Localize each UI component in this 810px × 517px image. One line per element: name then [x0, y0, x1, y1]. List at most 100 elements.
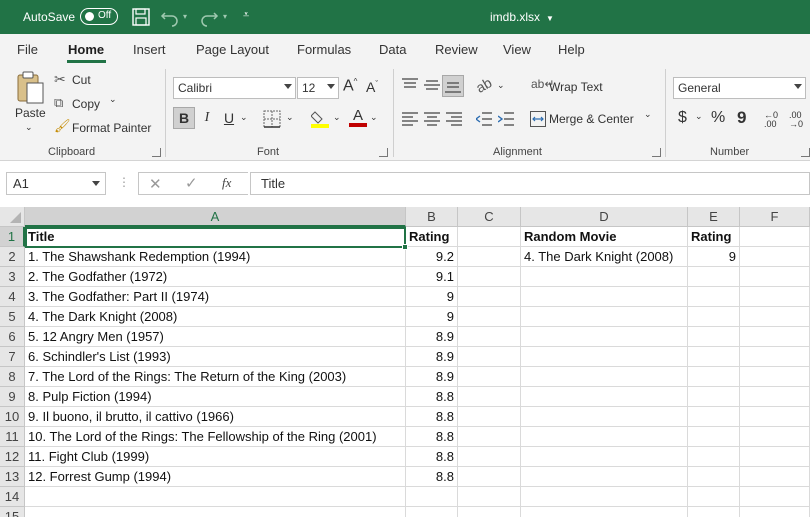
decrease-indent-icon[interactable]	[476, 112, 492, 126]
cell-f10[interactable]	[740, 407, 810, 427]
cell-a14[interactable]	[25, 487, 406, 507]
cell-a11[interactable]: 10. The Lord of the Rings: The Fellowshi…	[25, 427, 406, 447]
merge-dropdown-icon[interactable]: ⌄	[644, 109, 652, 120]
column-header-b[interactable]: B	[406, 207, 458, 227]
customize-toolbar-icon[interactable]: ⩡	[243, 9, 249, 22]
orientation-dropdown-icon[interactable]: ⌄	[497, 80, 505, 91]
cell-a12[interactable]: 11. Fight Club (1999)	[25, 447, 406, 467]
cell-e12[interactable]	[688, 447, 740, 467]
cell-b9[interactable]: 8.8	[406, 387, 458, 407]
row-header[interactable]: 3	[0, 267, 25, 287]
cell-f3[interactable]	[740, 267, 810, 287]
cell-c11[interactable]	[458, 427, 521, 447]
cell-e5[interactable]	[688, 307, 740, 327]
borders-dropdown-icon[interactable]: ⌄	[286, 112, 294, 123]
cell-d7[interactable]	[521, 347, 688, 367]
tab-file[interactable]: File	[17, 42, 38, 57]
column-header-f[interactable]: F	[740, 207, 810, 227]
redo-dropdown-icon[interactable]: ▾	[223, 12, 227, 21]
bold-button[interactable]: B	[173, 107, 195, 129]
cell-d10[interactable]	[521, 407, 688, 427]
cell-b1[interactable]: Rating	[406, 227, 458, 247]
cell-a10[interactable]: 9. Il buono, il brutto, il cattivo (1966…	[25, 407, 406, 427]
row-header[interactable]: 12	[0, 447, 25, 467]
cell-b7[interactable]: 8.9	[406, 347, 458, 367]
row-header[interactable]: 4	[0, 287, 25, 307]
cell-d8[interactable]	[521, 367, 688, 387]
cell-b4[interactable]: 9	[406, 287, 458, 307]
cell-c8[interactable]	[458, 367, 521, 387]
cell-d4[interactable]	[521, 287, 688, 307]
row-header[interactable]: 5	[0, 307, 25, 327]
column-header-d[interactable]: D	[521, 207, 688, 227]
cell-c7[interactable]	[458, 347, 521, 367]
cell-b10[interactable]: 8.8	[406, 407, 458, 427]
font-color-button[interactable]: A	[349, 107, 367, 127]
cell-a3[interactable]: 2. The Godfather (1972)	[25, 267, 406, 287]
tab-page-layout[interactable]: Page Layout	[196, 42, 269, 57]
cell-e3[interactable]	[688, 267, 740, 287]
autosave-toggle[interactable]: Off	[80, 8, 118, 25]
currency-dropdown-icon[interactable]: ⌄	[695, 111, 703, 122]
cell-a1[interactable]: Title	[25, 227, 406, 247]
comma-style-button[interactable]: 9	[737, 108, 746, 128]
cell-e7[interactable]	[688, 347, 740, 367]
font-launcher-icon[interactable]	[379, 148, 388, 157]
font-name-select[interactable]: Calibri	[173, 77, 296, 99]
merge-center-button[interactable]: Merge & Center	[549, 112, 634, 126]
cell-a7[interactable]: 6. Schindler's List (1993)	[25, 347, 406, 367]
cell-d15[interactable]	[521, 507, 688, 517]
cell-b14[interactable]	[406, 487, 458, 507]
cell-c10[interactable]	[458, 407, 521, 427]
align-right-icon[interactable]	[446, 112, 462, 126]
cell-d9[interactable]	[521, 387, 688, 407]
tab-review[interactable]: Review	[435, 42, 478, 57]
tab-formulas[interactable]: Formulas	[297, 42, 351, 57]
currency-button[interactable]: $	[678, 109, 687, 127]
paste-label[interactable]: Paste	[15, 106, 46, 120]
cell-c2[interactable]	[458, 247, 521, 267]
cell-e14[interactable]	[688, 487, 740, 507]
more-options-icon[interactable]: ⋮	[118, 175, 130, 189]
top-align-icon[interactable]	[402, 78, 418, 92]
cell-b3[interactable]: 9.1	[406, 267, 458, 287]
cell-b13[interactable]: 8.8	[406, 467, 458, 487]
percent-button[interactable]: %	[711, 109, 725, 127]
cell-f8[interactable]	[740, 367, 810, 387]
cell-f7[interactable]	[740, 347, 810, 367]
cell-e8[interactable]	[688, 367, 740, 387]
cell-f14[interactable]	[740, 487, 810, 507]
copy-dropdown-icon[interactable]: ⌄	[109, 94, 117, 105]
cell-a13[interactable]: 12. Forrest Gump (1994)	[25, 467, 406, 487]
column-header-e[interactable]: E	[688, 207, 740, 227]
formula-input[interactable]: Title	[250, 172, 810, 195]
paste-dropdown-icon[interactable]: ⌄	[25, 122, 33, 133]
cell-e6[interactable]	[688, 327, 740, 347]
enter-icon[interactable]: ✓	[185, 174, 198, 192]
redo-icon[interactable]	[199, 7, 219, 27]
row-header[interactable]: 11	[0, 427, 25, 447]
tab-help[interactable]: Help	[558, 42, 585, 57]
row-header[interactable]: 14	[0, 487, 25, 507]
underline-button[interactable]: U	[218, 107, 240, 129]
alignment-launcher-icon[interactable]	[652, 148, 661, 157]
cell-e4[interactable]	[688, 287, 740, 307]
cell-a5[interactable]: 4. The Dark Knight (2008)	[25, 307, 406, 327]
row-header[interactable]: 7	[0, 347, 25, 367]
tab-insert[interactable]: Insert	[133, 42, 166, 57]
tab-data[interactable]: Data	[379, 42, 406, 57]
row-header[interactable]: 2	[0, 247, 25, 267]
cell-d13[interactable]	[521, 467, 688, 487]
cell-d5[interactable]	[521, 307, 688, 327]
paste-icon[interactable]	[15, 71, 45, 105]
cell-b2[interactable]: 9.2	[406, 247, 458, 267]
borders-icon[interactable]	[263, 110, 281, 128]
cell-f9[interactable]	[740, 387, 810, 407]
row-header[interactable]: 15	[0, 507, 25, 517]
cell-d14[interactable]	[521, 487, 688, 507]
orientation-icon[interactable]: ab	[473, 74, 494, 96]
select-all-button[interactable]	[0, 207, 25, 227]
cell-d3[interactable]	[521, 267, 688, 287]
align-left-icon[interactable]	[402, 112, 418, 126]
number-launcher-icon[interactable]	[801, 148, 810, 157]
